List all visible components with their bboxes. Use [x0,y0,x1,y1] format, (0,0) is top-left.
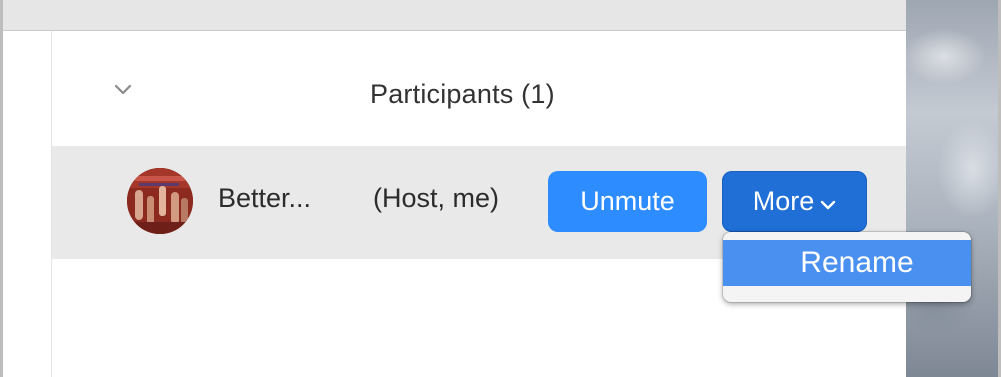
more-button[interactable]: More [722,171,867,232]
collapse-chevron-icon[interactable] [114,83,132,95]
panel-title: Participants (1) [370,79,555,109]
unmute-button[interactable]: Unmute [548,171,707,232]
menu-item-label: Rename [800,246,914,279]
panel-left-gutter [3,31,52,377]
participant-role: (Host, me) [373,183,500,213]
unmute-button-label: Unmute [580,186,675,216]
menu-item-rename[interactable]: Rename [723,240,971,286]
participants-header: Participants (1) [52,31,906,145]
participant-name: Better... [218,183,312,213]
chevron-down-icon [820,187,836,218]
desktop-background [906,0,1001,377]
more-button-label: More [752,186,815,216]
window-top-bar [0,0,1001,31]
more-dropdown-menu: Rename [723,232,971,302]
zoom-participants-window: Participants (1) Better... (Host, me) Un… [0,0,1001,377]
avatar [127,168,193,234]
participants-panel: Participants (1) Better... (Host, me) Un… [52,31,906,377]
